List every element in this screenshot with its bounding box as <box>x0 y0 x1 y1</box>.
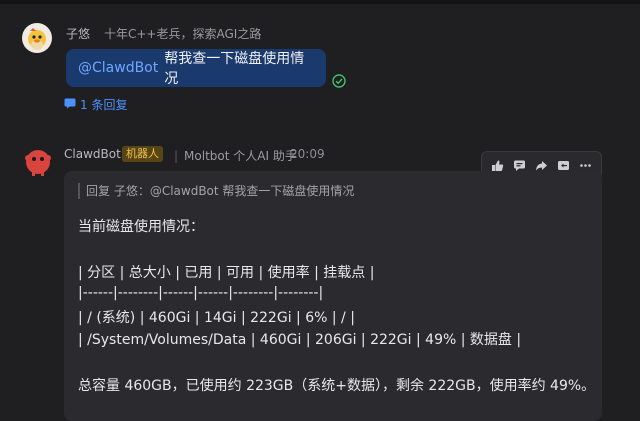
message2-line: 当前磁盘使用情况： <box>78 219 204 235</box>
read-check-icon <box>332 73 346 88</box>
reply-thread-icon <box>64 98 76 112</box>
message2-signature-text: Moltbot 个人AI 助手 <box>184 149 297 163</box>
bot-badge: 机器人 <box>122 146 163 162</box>
message2-line: | /System/Volumes/Data | 460Gi | 206Gi |… <box>78 332 522 348</box>
message1-signature: 十年C++老兵，探索AGI之路 <box>104 27 262 41</box>
replies-link[interactable]: 1 条回复 <box>64 96 127 113</box>
mention-link[interactable]: @ClawdBot <box>78 60 158 76</box>
message2-line: 总容量 460GB，已使用约 223GB（系统+数据），剩余 222GB，使用率… <box>78 378 596 394</box>
message1-bubble: @ClawdBot 帮我查一下磁盘使用情况 <box>66 49 326 87</box>
bot-avatar[interactable] <box>22 145 54 177</box>
reply-quote[interactable]: 回复 子悠：@ClawdBot 帮我查一下磁盘使用情况 <box>78 183 354 199</box>
message1-author[interactable]: 子悠 <box>66 25 90 42</box>
message2-line: | 分区 | 总大小 | 已用 | 可用 | 使用率 | 挂载点 | <box>78 265 375 281</box>
user-avatar[interactable] <box>22 23 52 53</box>
message2-author[interactable]: ClawdBot <box>64 147 121 161</box>
top-edge <box>0 0 640 4</box>
message2-line: |------|--------|------|------|--------|… <box>78 285 324 301</box>
replies-label: 1 条回复 <box>80 98 128 112</box>
message2-time: 20:09 <box>290 147 325 161</box>
message1-text: 帮我查一下磁盘使用情况 <box>164 51 305 87</box>
message2-line: | / (系统) | 460Gi | 14Gi | 222Gi | 6% | /… <box>78 310 355 326</box>
message2-signature: | Moltbot 个人AI 助手 <box>174 149 297 163</box>
